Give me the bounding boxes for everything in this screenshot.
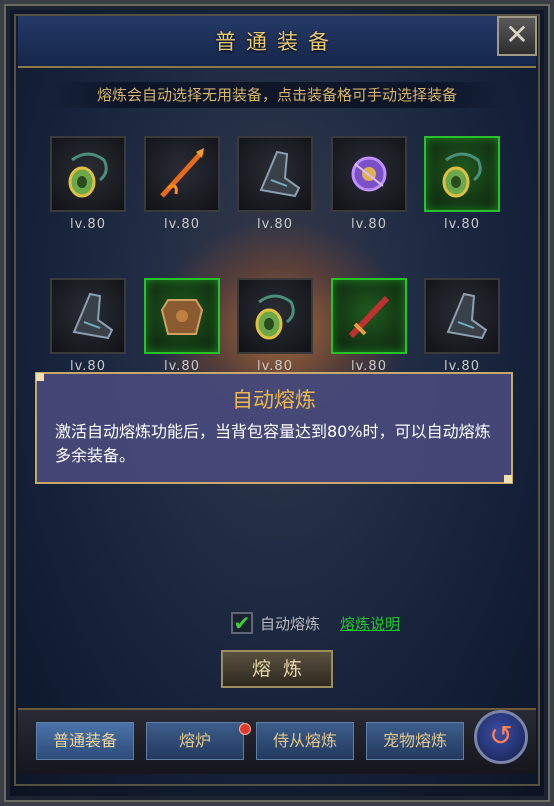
equipment-slot-7[interactable] xyxy=(144,278,220,354)
notification-badge xyxy=(239,723,251,735)
equipment-slot-9[interactable] xyxy=(331,278,407,354)
equipment-slot-4[interactable] xyxy=(331,136,407,212)
tab-pet-smelt[interactable]: 宠物熔炼 xyxy=(366,722,464,760)
amulet-icon xyxy=(351,156,387,192)
boots-icon xyxy=(72,292,114,340)
close-icon: ✕ xyxy=(505,18,529,51)
red-sword-icon xyxy=(348,295,390,339)
flame-spear-icon xyxy=(160,148,204,198)
back-arrow-icon: ↺ xyxy=(489,719,513,752)
page-title: 普通装备 xyxy=(215,30,339,54)
armor-icon xyxy=(160,299,204,335)
equipment-slot-3[interactable] xyxy=(237,136,313,212)
close-button[interactable]: ✕ xyxy=(497,16,537,56)
tooltip-corner xyxy=(504,475,512,483)
title-bar: 普通装备 xyxy=(18,16,536,68)
auto-smelt-label: 自动熔炼 xyxy=(260,615,321,633)
jade-pendant-icon xyxy=(68,152,108,198)
equipment-level-5: lv.80 xyxy=(444,217,480,232)
equipment-slot-8[interactable] xyxy=(237,278,313,354)
check-icon: ✔ xyxy=(233,611,251,635)
equipment-slot-1[interactable] xyxy=(50,136,126,212)
tab-normal-equipment[interactable]: 普通装备 xyxy=(36,722,134,760)
jade-pendant-icon xyxy=(442,152,482,198)
boots-icon xyxy=(259,150,301,198)
auto-smelt-checkbox[interactable]: ✔ xyxy=(231,612,253,634)
equipment-slot-10[interactable] xyxy=(424,278,500,354)
smelt-button[interactable]: 熔炼 xyxy=(221,650,333,688)
equipment-level-4: lv.80 xyxy=(351,217,387,232)
tooltip-title: 自动熔炼 xyxy=(232,388,316,412)
auto-smelt-tooltip: 自动熔炼 激活自动熔炼功能后，当背包容量达到80%时，可以自动熔炼多余装备。 xyxy=(35,372,513,484)
back-button[interactable]: ↺ xyxy=(474,710,528,764)
equipment-level-2: lv.80 xyxy=(164,217,200,232)
equipment-slot-6[interactable] xyxy=(50,278,126,354)
tooltip-corner xyxy=(36,373,44,381)
jade-pendant-icon xyxy=(255,294,295,340)
tab-furnace[interactable]: 熔炉 xyxy=(146,722,244,760)
equipment-level-3: lv.80 xyxy=(257,217,293,232)
boots-icon xyxy=(446,292,488,340)
equipment-slot-2[interactable] xyxy=(144,136,220,212)
equipment-slot-5[interactable] xyxy=(424,136,500,212)
smelt-hint: 熔炼会自动选择无用装备，点击装备格可手动选择装备 xyxy=(50,82,504,108)
tab-attendant-smelt[interactable]: 侍从熔炼 xyxy=(256,722,354,760)
smelt-explain-link[interactable]: 熔炼说明 xyxy=(340,613,400,634)
tooltip-body: 激活自动熔炼功能后，当背包容量达到80%时，可以自动熔炼多余装备。 xyxy=(55,422,491,465)
equipment-level-1: lv.80 xyxy=(70,217,106,232)
